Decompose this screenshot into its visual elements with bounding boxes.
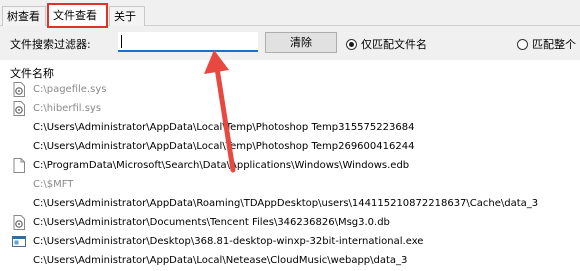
list-item[interactable]: C:\ProgramData\Microsoft\Search\Data\App… xyxy=(0,156,580,175)
blank-file-icon xyxy=(13,158,25,173)
list-item[interactable]: C:\$MFT xyxy=(0,175,580,194)
file-path: C:\pagefile.sys xyxy=(33,84,107,95)
radio-filename-only-label: 仅匹配文件名 xyxy=(361,38,427,51)
system-file-icon xyxy=(13,82,25,97)
system-file-icon xyxy=(13,101,25,116)
list-item[interactable]: C:\Users\Administrator\AppData\Roaming\T… xyxy=(0,194,580,213)
app-window: 树查看 文件查看 关于 文件搜索过滤器: 清除 仅匹配文件名 匹配整个 文件名称 xyxy=(0,0,580,271)
file-path: C:\Users\Administrator\Desktop\368.81-de… xyxy=(33,236,424,247)
file-path: C:\Users\Administrator\AppData\Local\Tem… xyxy=(33,122,415,133)
column-header-filename[interactable]: 文件名称 xyxy=(10,65,54,81)
list-item[interactable]: C:\pagefile.sys xyxy=(0,80,580,99)
radio-selected-icon xyxy=(346,38,357,50)
exe-file-icon xyxy=(12,236,26,247)
radio-unselected-icon xyxy=(517,38,528,50)
clear-button[interactable]: 清除 xyxy=(265,32,337,53)
file-path: C:\Users\Administrator\AppData\Local\Tem… xyxy=(33,141,415,152)
list-item[interactable]: C:\Users\Administrator\Documents\Tencent… xyxy=(0,213,580,232)
file-path: C:\hiberfil.sys xyxy=(33,103,102,114)
tab-tree-view-label: 树查看 xyxy=(7,10,40,23)
tab-about-label: 关于 xyxy=(114,10,136,23)
list-item[interactable]: C:\Users\Administrator\AppData\Local\Net… xyxy=(0,251,580,270)
tab-strip: 树查看 文件查看 关于 xyxy=(0,0,580,28)
radio-full-path[interactable]: 匹配整个 xyxy=(517,36,576,52)
list-item[interactable]: C:\Users\Administrator\Desktop\368.81-de… xyxy=(0,232,580,251)
tab-tree-view[interactable]: 树查看 xyxy=(2,6,46,26)
file-path: C:\Users\Administrator\Documents\Tencent… xyxy=(33,217,390,228)
list-item[interactable]: C:\Users\Administrator\AppData\Local\Tem… xyxy=(0,137,580,156)
system-file-icon xyxy=(13,215,25,230)
tab-about[interactable]: 关于 xyxy=(109,6,145,26)
file-path: C:\ProgramData\Microsoft\Search\Data\App… xyxy=(33,160,410,171)
radio-filename-only[interactable]: 仅匹配文件名 xyxy=(346,36,427,52)
filter-label: 文件搜索过滤器: xyxy=(10,38,91,51)
radio-full-path-label: 匹配整个 xyxy=(532,38,576,51)
tab-file-view[interactable]: 文件查看 xyxy=(47,3,108,28)
list-item[interactable]: C:\Users\Administrator\AppData\Local\Tem… xyxy=(0,118,580,137)
file-path: C:\Users\Administrator\AppData\Roaming\T… xyxy=(33,198,539,209)
file-path: C:\Users\Administrator\AppData\Local\Net… xyxy=(33,255,408,266)
text-caret xyxy=(121,35,122,48)
filter-input[interactable] xyxy=(118,32,258,52)
list-item[interactable]: C:\hiberfil.sys xyxy=(0,99,580,118)
tab-file-view-label: 文件查看 xyxy=(53,9,97,22)
filter-bar: 文件搜索过滤器: 清除 仅匹配文件名 匹配整个 xyxy=(0,26,580,60)
file-path: C:\$MFT xyxy=(33,179,74,190)
